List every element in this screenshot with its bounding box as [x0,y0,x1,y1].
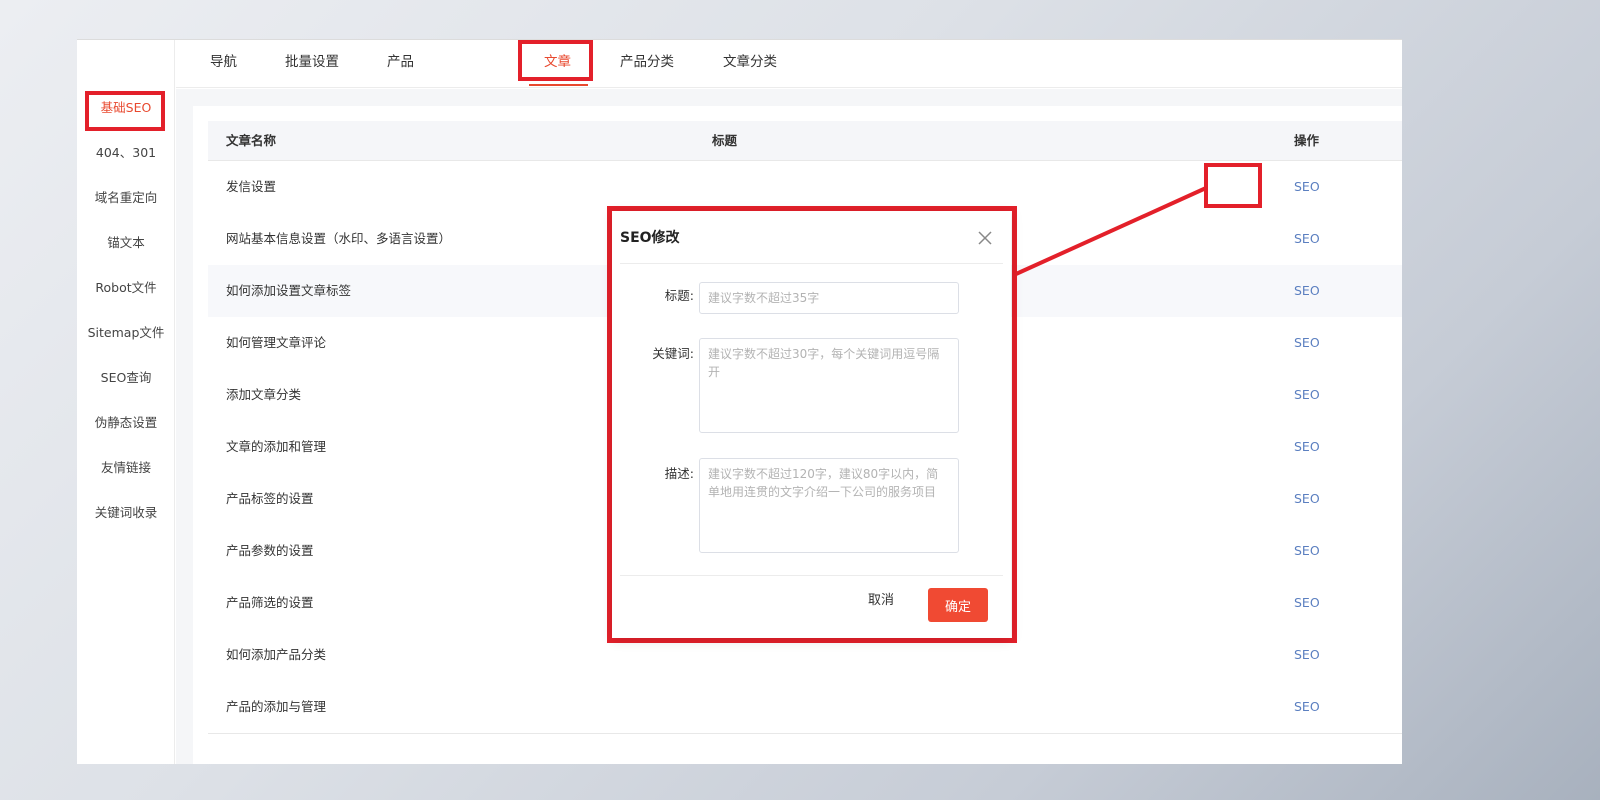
seo-link[interactable]: SEO [1294,646,1320,664]
row-name: 产品的添加与管理 [226,699,327,714]
row-name: 产品参数的设置 [226,543,314,558]
tab-batch-settings[interactable]: 批量设置 [285,52,339,72]
sidebar-item-pseudo-static[interactable]: 伪静态设置 [77,413,175,433]
seo-link[interactable]: SEO [1294,334,1320,352]
sidebar-item-robot-file[interactable]: Robot文件 [77,278,175,298]
table-header: 文章名称 标题 操作 [208,121,1402,161]
seo-link[interactable]: SEO [1294,542,1320,560]
confirm-button[interactable]: 确定 [928,588,988,622]
seo-link[interactable]: SEO [1294,594,1320,612]
tab-product-categories[interactable]: 产品分类 [620,52,674,72]
sidebar-item-keyword-index[interactable]: 关键词收录 [77,503,175,523]
description-label: 描述: [664,466,694,481]
sidebar-item-friend-links[interactable]: 友情链接 [77,458,175,478]
column-header-name: 文章名称 [226,133,277,148]
row-name: 如何添加设置文章标签 [226,283,352,298]
seo-link[interactable]: SEO [1294,438,1320,456]
row-name: 产品标签的设置 [226,491,314,506]
row-name: 如何管理文章评论 [226,335,327,350]
highlight-box-tab [518,40,593,81]
sidebar-item-404-301[interactable]: 404、301 [77,143,175,163]
seo-link[interactable]: SEO [1294,698,1320,716]
sidebar-item-sitemap-file[interactable]: Sitemap文件 [77,323,175,343]
sidebar-item-domain-redirect[interactable]: 域名重定向 [77,188,175,208]
seo-link[interactable]: SEO [1294,178,1320,196]
title-input[interactable] [699,282,959,314]
seo-edit-dialog: SEO修改 标题: 关键词: 描述: 取消 确定 [612,211,1011,638]
tab-article-categories[interactable]: 文章分类 [723,52,777,72]
active-tab-indicator [529,84,588,86]
tab-products[interactable]: 产品 [387,52,414,72]
title-label: 标题: [664,288,694,303]
seo-link[interactable]: SEO [1294,386,1320,404]
dialog-header-divider [620,263,1003,264]
sidebar-item-anchor-text[interactable]: 锚文本 [77,233,175,253]
seo-link[interactable]: SEO [1294,490,1320,508]
highlight-box-sidebar [85,91,165,131]
row-name: 产品筛选的设置 [226,595,314,610]
row-name: 如何添加产品分类 [226,647,327,662]
seo-link[interactable]: SEO [1294,230,1320,248]
dialog-footer-divider [620,575,1003,576]
sidebar-item-seo-query[interactable]: SEO查询 [77,368,175,388]
column-header-operation: 操作 [1294,133,1320,148]
close-icon[interactable] [976,229,994,247]
description-textarea[interactable] [699,458,959,553]
row-name: 网站基本信息设置（水印、多语言设置） [226,231,452,246]
tab-bar: 导航 批量设置 产品 文章 产品分类 文章分类 [176,40,1402,88]
keywords-label: 关键词: [652,346,694,361]
table-row: 产品的添加与管理 SEO [208,681,1402,734]
seo-link[interactable]: SEO [1294,282,1320,300]
cancel-button[interactable]: 取消 [868,591,894,611]
row-name: 发信设置 [226,179,277,194]
row-name: 添加文章分类 [226,387,302,402]
row-name: 文章的添加和管理 [226,439,327,454]
keywords-textarea[interactable] [699,338,959,433]
tab-navigation[interactable]: 导航 [210,52,237,72]
column-header-title: 标题 [712,133,738,148]
sidebar: 基础SEO 404、301 域名重定向 锚文本 Robot文件 Sitemap文… [77,40,175,764]
dialog-title: SEO修改 [620,230,680,246]
highlight-box-seo-link [1204,163,1262,208]
